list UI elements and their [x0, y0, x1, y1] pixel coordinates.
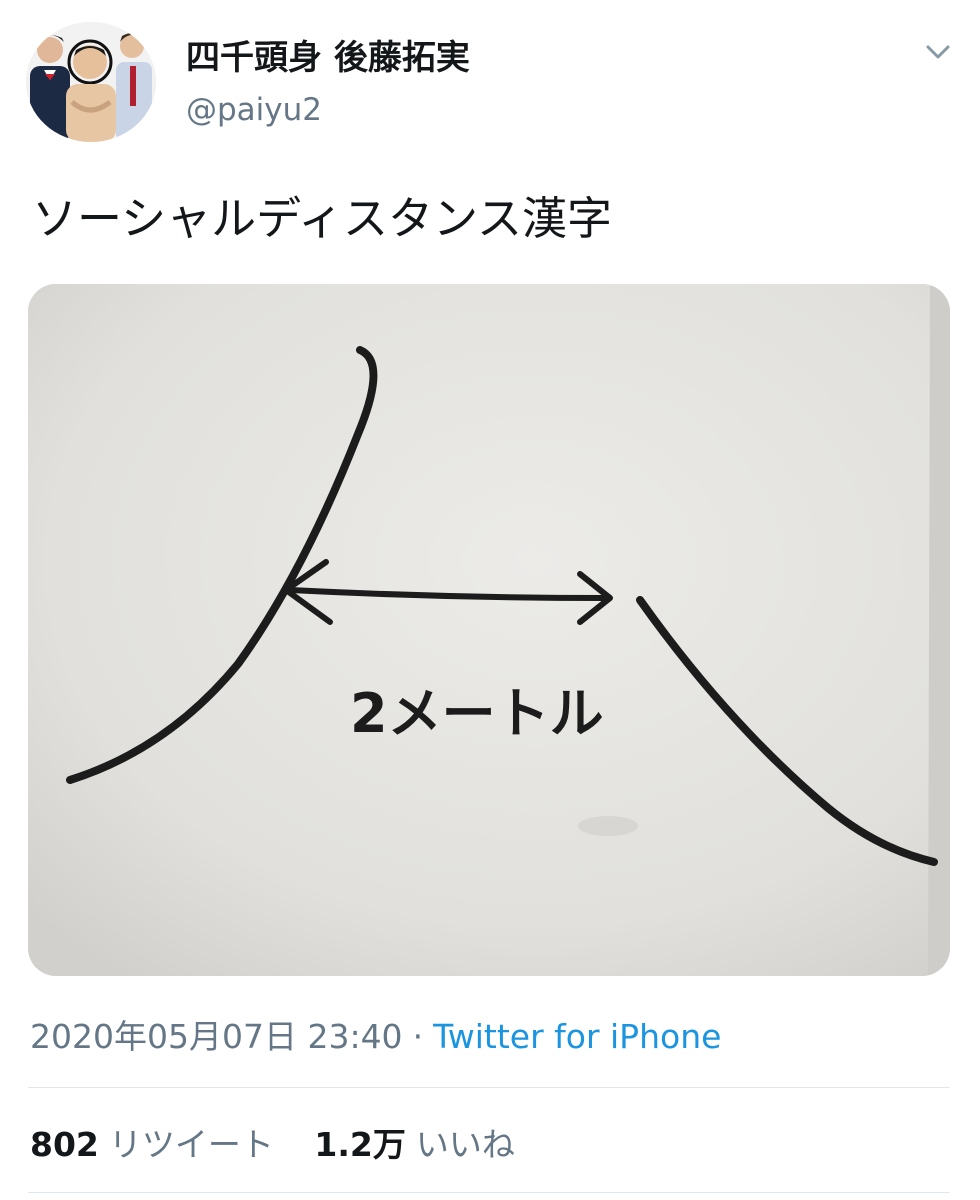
likes-stat[interactable]: 1.2万 いいね	[314, 1125, 514, 1164]
tweet-stats: 802 リツイート 1.2万 いいね	[30, 1118, 545, 1166]
display-name[interactable]: 四千頭身 後藤拓実	[186, 30, 470, 79]
likes-label: いいね	[415, 1125, 515, 1164]
handwritten-drawing-image: 2メートル	[28, 284, 950, 976]
meta-separator: ·	[412, 1017, 424, 1056]
chevron-down-icon	[926, 45, 950, 59]
divider	[28, 1087, 950, 1088]
tweet-meta: 2020年05月07日 23:40 · Twitter for iPhone	[30, 1010, 721, 1058]
divider	[28, 1192, 950, 1193]
retweets-count: 802	[30, 1125, 99, 1164]
source-link[interactable]: Twitter for iPhone	[433, 1017, 721, 1056]
tweet-text: ソーシャルディスタンス漢字	[32, 192, 613, 245]
tweet-menu-button[interactable]	[920, 34, 956, 70]
retweets-label: リツイート	[108, 1125, 274, 1164]
retweets-stat[interactable]: 802 リツイート	[30, 1125, 274, 1164]
username-handle[interactable]: @paiyu2	[186, 92, 322, 128]
avatar-photo-icon	[26, 22, 156, 142]
timestamp: 2020年05月07日 23:40	[30, 1017, 403, 1056]
likes-count: 1.2万	[314, 1125, 406, 1164]
tweet-media[interactable]: 2メートル	[28, 284, 950, 976]
handwritten-label: 2メートル	[350, 682, 604, 745]
avatar[interactable]	[26, 22, 156, 142]
